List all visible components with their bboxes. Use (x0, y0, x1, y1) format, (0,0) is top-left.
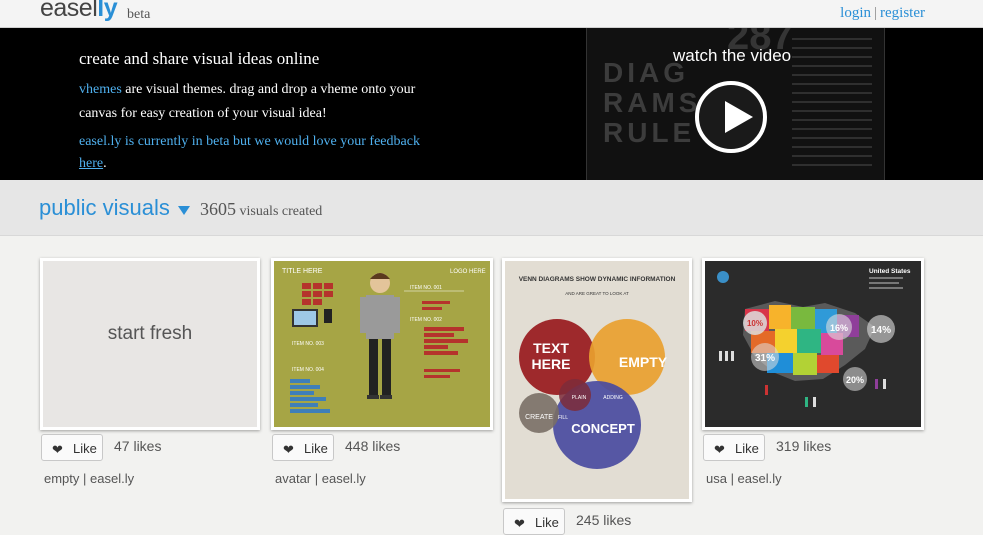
login-link[interactable]: login (840, 5, 871, 21)
logo-text: easel (40, 0, 98, 22)
visuals-count-number: 3605 (200, 199, 236, 219)
avatar-visual-card[interactable]: TITLE HERE LOGO HERE ITEM NO. 003 ITEM N… (271, 258, 493, 430)
thumb-sub: AND ARE GREAT TO LOOK AT (565, 291, 629, 296)
item-1-label: ITEM NO. 001 (410, 285, 442, 291)
venn-thumbnail: VENN DIAGRAMS SHOW DYNAMIC INFORMATION A… (505, 261, 689, 499)
public-visuals-title[interactable]: public visuals (39, 195, 170, 221)
item-2-label: ITEM NO. 002 (410, 317, 442, 323)
like-button[interactable]: ❤ Like (503, 508, 565, 535)
visuals-count: 3605 visuals created (200, 199, 322, 220)
public-visuals-header: public visuals 3605 visuals created (0, 180, 983, 236)
pct-10: 10% (747, 319, 763, 328)
start-fresh-label: start fresh (107, 323, 193, 344)
hero-title: create and share visual ideas online (79, 49, 320, 68)
watch-video-label: watch the video (673, 46, 792, 65)
hero-description-text: are visual themes. drag and drop a vheme… (79, 82, 416, 121)
easelly-logo[interactable]: easelly (40, 0, 118, 23)
heart-icon: ❤ (714, 442, 725, 457)
auth-separator: | (874, 5, 878, 21)
thumb-title: United States (869, 268, 911, 275)
venn-empty-label: EMPTY (619, 354, 668, 370)
avatar-thumbnail: TITLE HERE LOGO HERE ITEM NO. 003 ITEM N… (274, 261, 490, 427)
top-bar: easelly beta login | register (0, 0, 983, 28)
venn-adding-label: ADDING (603, 395, 623, 401)
heart-icon: ❤ (514, 516, 525, 531)
item-4-label: ITEM NO. 004 (292, 367, 324, 373)
feedback-here-link[interactable]: here (79, 156, 103, 171)
card-caption[interactable]: avatar | easel.ly (275, 471, 366, 486)
like-count: 47 likes (114, 438, 162, 454)
pct-14: 14% (871, 325, 891, 336)
like-count: 319 likes (776, 438, 832, 454)
like-count: 448 likes (345, 438, 401, 454)
usa-visual-card[interactable]: United States 10% 16% 14% 31% 20% (702, 258, 924, 430)
start-fresh-card[interactable]: start fresh (40, 258, 260, 430)
like-button[interactable]: ❤ Like (703, 434, 765, 461)
like-label: Like (304, 441, 328, 456)
video-bg-lines (792, 38, 872, 168)
venn-fill-label: FILL (558, 415, 568, 421)
register-link[interactable]: register (880, 5, 925, 21)
venn-concept-label: CONCEPT (571, 421, 635, 436)
like-label: Like (73, 441, 97, 456)
visuals-count-label: visuals created (236, 204, 323, 219)
venn-plain-label: PLAIN (572, 395, 587, 401)
like-button[interactable]: ❤ Like (41, 434, 103, 461)
heart-icon: ❤ (283, 442, 294, 457)
play-icon (725, 101, 753, 133)
like-button[interactable]: ❤ Like (272, 434, 334, 461)
auth-links: login | register (840, 5, 925, 22)
vhemes-link[interactable]: vhemes (79, 82, 122, 97)
hero-banner: create and share visual ideas online vhe… (0, 28, 983, 180)
hero-description: vhemes are visual themes. drag and drop … (79, 78, 439, 126)
venn-here-label: HERE (532, 356, 571, 372)
like-label: Like (735, 441, 759, 456)
beta-feedback-note: easel.ly is currently in beta but we wou… (79, 131, 439, 175)
play-button[interactable] (695, 81, 767, 153)
logo-accent: ly (97, 0, 118, 22)
beta-note-text: easel.ly is currently in beta but we wou… (79, 134, 420, 149)
beta-label: beta (127, 7, 151, 22)
video-thumbnail[interactable]: 287 DIAG RAMS RULE watch the video (586, 28, 885, 180)
thumb-title: VENN DIAGRAMS SHOW DYNAMIC INFORMATION (519, 276, 676, 283)
like-label: Like (535, 515, 559, 530)
period: . (103, 156, 107, 171)
pct-31: 31% (755, 353, 775, 364)
venn-visual-card[interactable]: VENN DIAGRAMS SHOW DYNAMIC INFORMATION A… (502, 258, 692, 502)
venn-text-label: TEXT (533, 340, 569, 356)
pct-20: 20% (846, 375, 864, 385)
caret-down-icon[interactable] (178, 206, 190, 215)
thumb-title: TITLE HERE (282, 268, 323, 275)
pct-16: 16% (830, 323, 848, 333)
card-caption[interactable]: empty | easel.ly (44, 471, 134, 486)
card-caption[interactable]: usa | easel.ly (706, 471, 782, 486)
venn-create-label: CREATE (525, 414, 553, 421)
item-3-label: ITEM NO. 003 (292, 341, 324, 347)
thumb-logo: LOGO HERE (450, 269, 486, 275)
heart-icon: ❤ (52, 442, 63, 457)
usa-thumbnail: United States 10% 16% 14% 31% 20% (705, 261, 921, 427)
